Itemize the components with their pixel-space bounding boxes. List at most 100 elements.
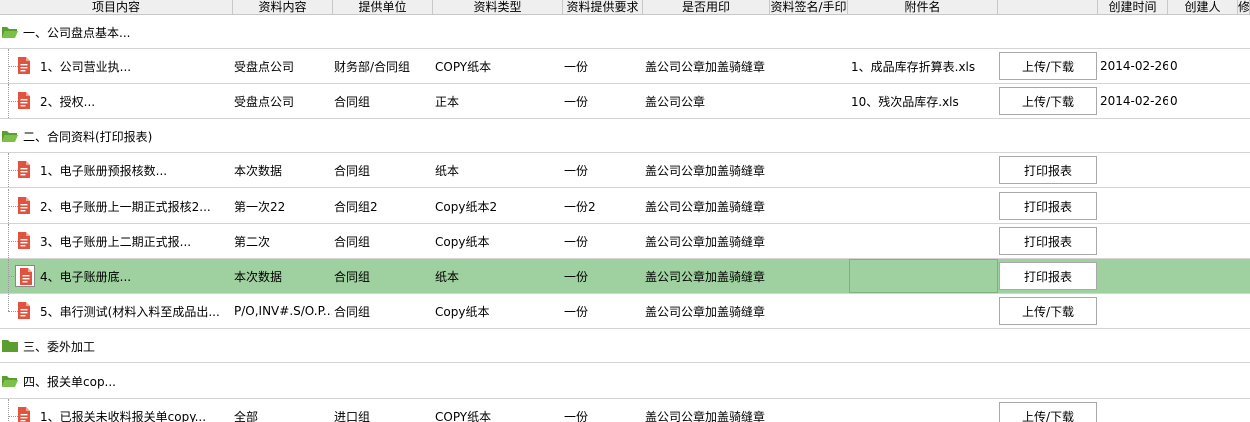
column-header-2[interactable]: 提供单位 [333,0,433,15]
cell-attachment[interactable]: 1、成品库存折算表.xls [851,49,997,83]
column-header-7[interactable]: 附件名 [848,0,998,15]
folder-open-icon[interactable] [1,374,19,388]
tree-line [8,399,9,422]
cell-attachment[interactable] [851,399,997,422]
column-header-5[interactable]: 是否用印 [643,0,770,15]
cell-seal: 盖公司公章加盖骑缝章 [645,304,766,319]
table-row[interactable]: 2、电子账册上一期正式报核2... 第一次22 合同组2 Copy纸本2 一份2 盖公司公… [0,189,1250,224]
table-row[interactable]: 4、电子账册底... 本次数据 合同组 纸本 一份 盖公司公章加盖骑缝章 打印报表 [0,259,1250,294]
cell-requirement: 一份 [564,59,589,74]
cell-unit: 合同组 [334,94,371,109]
column-header-0[interactable]: 项目内容 [0,0,233,15]
cell-content: 全部 [234,409,259,422]
cell-unit: 进口组 [334,409,371,422]
document-icon [17,197,31,214]
upload-download-button[interactable]: 上传/下载 [999,402,1097,422]
upload-download-button[interactable]: 上传/下载 [999,52,1097,80]
table-row[interactable]: 1、电子账册预报核数... 本次数据 合同组 纸本 一份 盖公司公章加盖骑缝章 打印报表 [0,153,1250,188]
column-header-11[interactable]: 修 [1238,0,1250,15]
cell-attachment[interactable] [851,294,997,328]
cell-content: 本次数据 [234,269,283,284]
column-header-1[interactable]: 资料内容 [233,0,333,15]
item-label: 1、电子账册预报核数... [40,163,168,178]
group-row[interactable]: 二、合同资料(打印报表) [0,120,1250,153]
column-header-3[interactable]: 资料类型 [433,0,563,15]
column-header-10[interactable]: 创建人 [1168,0,1238,15]
cell-signature [771,84,847,118]
folder-open-icon[interactable] [1,25,19,39]
table-row[interactable]: 1、已报关未收料报关单copy... 全部 进口组 COPY纸本 一份 盖公司公章加盖骑缝… [0,399,1250,422]
cell-creator [1170,224,1236,258]
cell-type: Copy纸本 [435,304,490,319]
table-row[interactable]: 3、电子账册上二期正式报... 第二次 合同组 Copy纸本 一份 盖公司公章加盖骑缝章 打… [0,224,1250,259]
item-label: 1、公司营业执... [40,59,132,74]
cell-unit: 合同组 [334,163,371,178]
cell-type: COPY纸本 [435,409,492,422]
cell-seal: 盖公司公章加盖骑缝章 [645,234,766,249]
upload-download-button[interactable]: 上传/下载 [999,87,1097,115]
cell-requirement: 一份 [564,304,589,319]
item-label: 3、电子账册上二期正式报... [40,234,192,249]
cell-unit: 财务部/合同组 [334,59,411,74]
cell-type: 正本 [435,94,460,109]
cell-created-time [1100,189,1168,223]
cell-creator [1170,399,1236,422]
table-row[interactable]: 1、公司营业执... 受盘点公司 财务部/合同组 COPY纸本 一份 盖公司公章加盖骑缝章… [0,49,1250,84]
print-report-button[interactable]: 打印报表 [999,227,1097,255]
tree-line [8,294,9,311]
cell-seal: 盖公司公章加盖骑缝章 [645,59,766,74]
cell-signature [771,189,847,223]
cell-seal: 盖公司公章加盖骑缝章 [645,163,766,178]
cell-creator [1170,294,1236,328]
group-label: 四、报关单cop... [23,374,117,389]
cell-signature [771,294,847,328]
cell-creator [1170,189,1236,223]
group-row[interactable]: 四、报关单cop... [0,364,1250,399]
print-report-button[interactable]: 打印报表 [999,156,1097,184]
cell-attachment[interactable] [851,153,997,187]
cell-attachment[interactable]: 10、残次品库存.xls [851,84,997,118]
print-report-button[interactable]: 打印报表 [999,262,1097,290]
table-row[interactable]: 2、授权... 受盘点公司 合同组 正本 一份 盖公司公章 10、残次品库存.xls 上传/下… [0,84,1250,119]
cell-unit: 合同组 [334,269,371,284]
folder-icon[interactable] [1,339,19,353]
cell-seal: 盖公司公章加盖骑缝章 [645,199,766,214]
column-header-6[interactable]: 资料签名/手印 [770,0,848,15]
cell-attachment[interactable] [851,189,997,223]
document-icon [17,232,31,249]
cell-created-time [1100,153,1168,187]
cell-unit: 合同组 [334,234,371,249]
document-icon [17,161,31,178]
group-label: 三、委外加工 [23,339,96,354]
cell-created-time [1100,294,1168,328]
cell-content: P/O,INV#.S/O.P... [234,304,332,318]
table-row[interactable]: 5、串行测试(材料入料至成品出... P/O,INV#.S/O.P... 合同组 Co… [0,294,1250,329]
document-icon [17,407,31,422]
cell-requirement: 一份2 [564,199,596,214]
folder-open-icon[interactable] [1,129,19,143]
cell-seal: 盖公司公章 [645,94,706,109]
item-label: 2、授权... [40,94,96,109]
cell-creator [1170,259,1236,293]
cell-creator: 0 [1170,59,1178,73]
cell-created-time: 2014-02-26 [1100,59,1168,73]
cell-signature [771,399,847,422]
cell-seal: 盖公司公章加盖骑缝章 [645,269,766,284]
cell-type: 纸本 [435,269,460,284]
cell-attachment[interactable] [851,224,997,258]
cell-content: 受盘点公司 [234,59,295,74]
group-row[interactable]: 三、委外加工 [0,330,1250,363]
document-icon [15,265,35,287]
cell-type: Copy纸本 [435,234,490,249]
upload-download-button[interactable]: 上传/下载 [999,297,1097,325]
column-header-9[interactable]: 创建时间 [1098,0,1168,15]
column-header-8[interactable] [998,0,1098,15]
cell-attachment[interactable] [851,259,997,293]
column-header-4[interactable]: 资料提供要求 [563,0,643,15]
item-label: 4、电子账册底... [40,269,132,284]
print-report-button[interactable]: 打印报表 [999,192,1097,220]
group-row[interactable]: 一、公司盘点基本... [0,16,1250,49]
cell-created-time: 2014-02-26 [1100,94,1168,108]
item-label: 2、电子账册上一期正式报核2... [40,199,211,214]
cell-content: 第一次22 [234,199,286,214]
